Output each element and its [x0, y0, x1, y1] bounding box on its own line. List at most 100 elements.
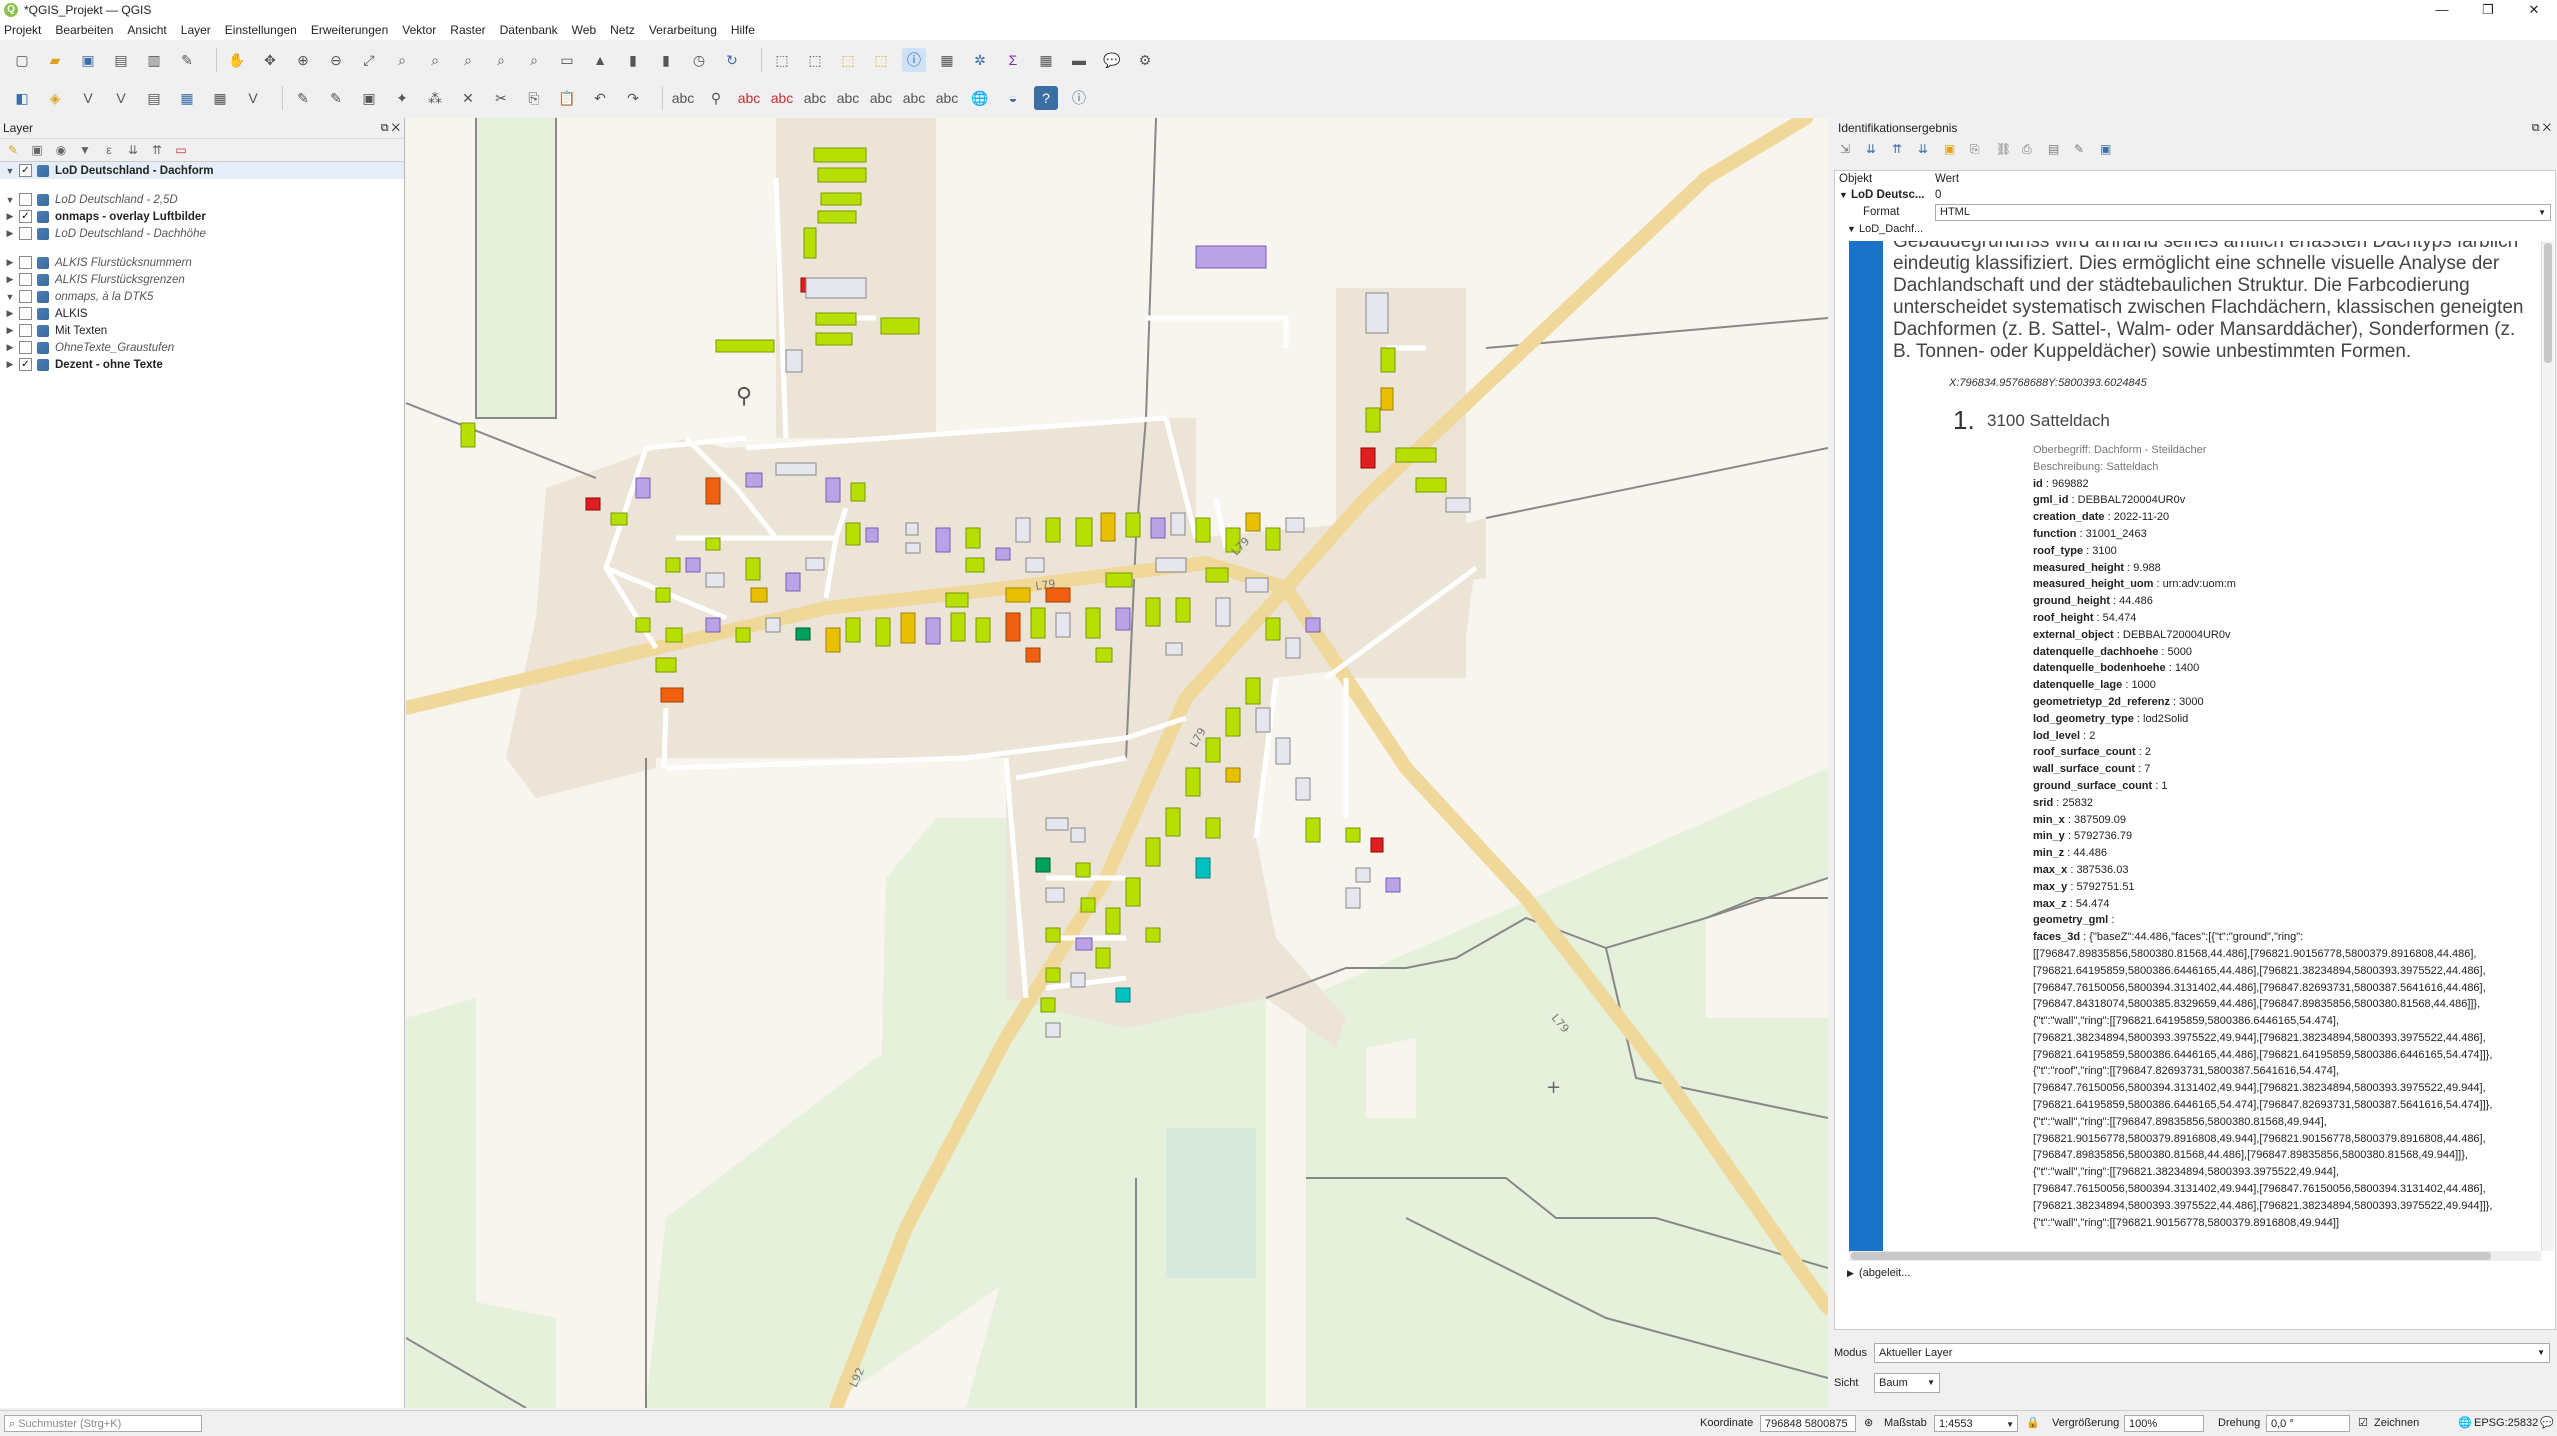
new-shapefile-icon[interactable]: V: [76, 86, 100, 110]
menu-layer[interactable]: Layer: [181, 23, 211, 37]
layer-item[interactable]: ▶ ALKIS: [0, 305, 404, 322]
expand-arrow-icon[interactable]: ▶: [4, 325, 16, 336]
save-edits-icon[interactable]: ✎: [324, 86, 348, 110]
map-canvas[interactable]: ⚲ + L79 L79 L79 L79 L92: [406, 118, 1828, 1408]
layer-checkbox[interactable]: ✓: [19, 210, 32, 223]
zoom-out-icon[interactable]: ⊖: [324, 48, 348, 72]
expand-arrow-icon[interactable]: ▼: [4, 292, 16, 302]
expand-all-icon[interactable]: ⇊: [126, 143, 140, 157]
layer-checkbox[interactable]: [19, 193, 32, 206]
collapse-all-icon[interactable]: ⇈: [1892, 142, 1908, 158]
label-change-icon[interactable]: abc: [869, 86, 893, 110]
expand-arrow-icon[interactable]: ▼: [4, 195, 16, 205]
label-pin-icon[interactable]: ⚲: [704, 86, 728, 110]
expand-tree-icon[interactable]: ⇲: [1840, 142, 1856, 158]
add-virtual-layer-icon[interactable]: V: [241, 86, 265, 110]
layer-checkbox[interactable]: [19, 341, 32, 354]
add-feature-icon[interactable]: ✦: [390, 86, 414, 110]
menu-datenbank[interactable]: Datenbank: [500, 23, 558, 37]
expand-arrow-icon[interactable]: ▶: [4, 359, 16, 370]
open-styling-icon[interactable]: ✎: [6, 143, 20, 157]
remove-layer-icon[interactable]: ▭: [174, 143, 188, 157]
expand-arrow-icon[interactable]: ▶: [1847, 1265, 1854, 1282]
temporal-controller-icon[interactable]: ◷: [687, 48, 711, 72]
toggle-editing-icon[interactable]: ✎: [291, 86, 315, 110]
zoom-full-icon[interactable]: ⤢: [357, 48, 381, 72]
layer-checkbox[interactable]: ✓: [19, 358, 32, 371]
filter-legend-icon[interactable]: ▼: [78, 143, 92, 157]
layer-checkbox[interactable]: [19, 290, 32, 303]
tree-row-layer[interactable]: ▼ LoD Deutsc... 0: [1835, 187, 2555, 204]
menu-raster[interactable]: Raster: [450, 23, 485, 37]
scrollbar-thumb[interactable]: [1851, 1252, 2491, 1260]
data-source-manager-icon[interactable]: ◧: [10, 86, 34, 110]
new-spatialite-icon[interactable]: V: [109, 86, 133, 110]
scale-field[interactable]: 1:4553 ▼: [1934, 1415, 2018, 1432]
layer-item[interactable]: ▶ ALKIS Flurstücksgrenzen: [0, 271, 404, 288]
zoom-in-icon[interactable]: ⊕: [291, 48, 315, 72]
delete-selected-icon[interactable]: ✕: [456, 86, 480, 110]
layer-item[interactable]: ▼ onmaps, à la DTK5: [0, 288, 404, 305]
label-tool-icon[interactable]: abc: [671, 86, 695, 110]
label-show-icon[interactable]: abc: [902, 86, 926, 110]
tree-row-derived[interactable]: ▶ (abgeleit...: [1835, 1265, 2555, 1282]
format-select[interactable]: HTML ▼: [1935, 204, 2551, 221]
measure-icon[interactable]: ▬: [1067, 48, 1091, 72]
toggle-extents-icon[interactable]: ⊛: [1864, 1415, 1873, 1432]
panel-close-icon[interactable]: ⧉ ✕: [381, 118, 400, 138]
copy-features-icon[interactable]: ⎘: [522, 86, 546, 110]
help-icon[interactable]: ?: [1034, 86, 1058, 110]
layer-item[interactable]: ▶ ✓ Dezent - ohne Texte: [0, 356, 404, 373]
select-value-icon[interactable]: ⬚: [803, 48, 827, 72]
layer-item[interactable]: ▶ Mit Texten: [0, 322, 404, 339]
zoom-next-icon[interactable]: ⌕: [522, 48, 546, 72]
pan-to-selection-icon[interactable]: ✥: [258, 48, 282, 72]
menu-vektor[interactable]: Vektor: [402, 23, 436, 37]
messages-icon[interactable]: 💬: [2540, 1415, 2554, 1432]
layer-item[interactable]: ▼ LoD Deutschland - 2,5D: [0, 191, 404, 208]
label-diagram-icon[interactable]: abc: [935, 86, 959, 110]
style-manager-icon[interactable]: ✎: [175, 48, 199, 72]
expand-all-icon[interactable]: ⇊: [1866, 142, 1882, 158]
digitize-icon[interactable]: ▣: [357, 86, 381, 110]
zoom-layer-icon[interactable]: ⌕: [423, 48, 447, 72]
python-icon[interactable]: ◒: [1001, 86, 1025, 110]
deselect-icon[interactable]: ⬚: [836, 48, 860, 72]
coordinate-field[interactable]: 796848 5800875: [1760, 1415, 1856, 1432]
save-project-icon[interactable]: ▣: [76, 48, 100, 72]
settings-gear-icon[interactable]: ⚙: [1133, 48, 1157, 72]
horizontal-scrollbar[interactable]: [1849, 1251, 2541, 1261]
label-red-icon[interactable]: abc: [770, 86, 794, 110]
link-icon[interactable]: ⛓: [1996, 142, 2012, 158]
print-icon[interactable]: ⎙: [2022, 142, 2038, 158]
layer-checkbox[interactable]: [19, 324, 32, 337]
globe-icon[interactable]: 🌐: [968, 86, 992, 110]
layer-item[interactable]: ▶ ✓ onmaps - overlay Luftbilder: [0, 208, 404, 225]
open-project-icon[interactable]: ▰: [43, 48, 67, 72]
zoom-selection-icon[interactable]: ⌕: [390, 48, 414, 72]
redo-icon[interactable]: ↷: [621, 86, 645, 110]
menu-hilfe[interactable]: Hilfe: [731, 23, 755, 37]
add-mesh-icon[interactable]: ▦: [208, 86, 232, 110]
layer-checkbox[interactable]: [19, 273, 32, 286]
vertical-scrollbar[interactable]: [2541, 241, 2554, 1251]
close-button[interactable]: ✕: [2511, 0, 2557, 20]
open-table-icon[interactable]: ▦: [1034, 48, 1058, 72]
locator-search-input[interactable]: ⌕ Suchmuster (Strg+K): [4, 1415, 202, 1432]
expand-arrow-icon[interactable]: ▼: [1839, 187, 1848, 204]
crs-label[interactable]: EPSG:25832: [2474, 1415, 2538, 1432]
pan-icon[interactable]: ✋: [225, 48, 249, 72]
expand-arrow-icon[interactable]: ▼: [1847, 221, 1856, 238]
maximize-button[interactable]: ❐: [2465, 0, 2511, 20]
manage-map-themes-icon[interactable]: ◉: [54, 143, 68, 157]
menu-erweiterungen[interactable]: Erweiterungen: [311, 23, 388, 37]
identify-icon[interactable]: ⓘ: [902, 48, 926, 72]
help-icon[interactable]: ▣: [2100, 142, 2116, 158]
mode-select[interactable]: Aktueller Layer ▼: [1874, 1343, 2550, 1363]
statistics-icon[interactable]: Σ: [1001, 48, 1025, 72]
add-raster-icon[interactable]: ▦: [175, 86, 199, 110]
add-group-icon[interactable]: ▣: [30, 143, 44, 157]
settings-icon[interactable]: ✎: [2074, 142, 2090, 158]
expand-arrow-icon[interactable]: ▶: [4, 228, 16, 239]
expand-arrow-icon[interactable]: ▶: [4, 211, 16, 222]
